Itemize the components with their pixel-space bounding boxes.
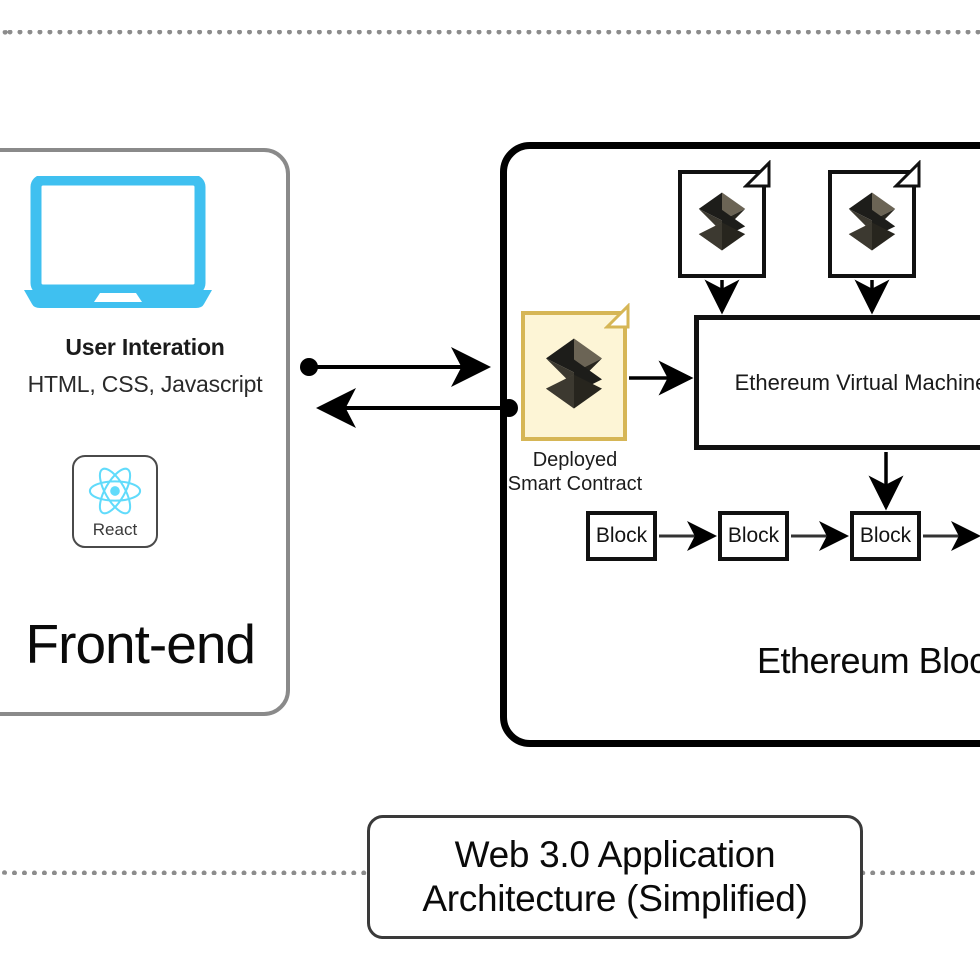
react-framework-badge[interactable]: React [72, 455, 158, 548]
ethereum-logo-icon [843, 189, 901, 260]
blockchain-block-3: Block [850, 511, 921, 561]
diagram-title-line-1: Web 3.0 Application [454, 834, 776, 876]
diagram-canvas: User Interation HTML, CSS, Javascript Re… [0, 0, 980, 980]
diagram-title-card: Web 3.0 Application Architecture (Simpli… [367, 815, 863, 939]
laptop-icon [22, 174, 214, 310]
deployed-smart-contract-label-line-1: Deployed [532, 449, 618, 471]
ethereum-logo-icon [693, 189, 751, 260]
smart-contract-document-2 [828, 160, 921, 278]
user-interaction-heading: User Interation [65, 334, 225, 360]
ethereum-logo-icon [539, 334, 609, 419]
ethereum-virtual-machine-label: Ethereum Virtual Machine [734, 369, 980, 395]
blockchain-block-2: Block [718, 511, 789, 561]
ethereum-virtual-machine-box: Ethereum Virtual Machine [694, 315, 980, 450]
frontend-panel-title: Front-end [25, 613, 256, 675]
smart-contract-document-1 [678, 160, 771, 278]
frontend-tech-stack-label: HTML, CSS, Javascript [27, 371, 263, 397]
react-atom-icon [88, 467, 142, 515]
blockchain-block-1: Block [586, 511, 657, 561]
deployed-smart-contract-label-line-2: Smart Contract [507, 473, 643, 496]
react-badge-label: React [92, 520, 138, 539]
blockchain-to-frontend-arrow [316, 388, 518, 428]
deployed-smart-contract-label: Deployed Smart Contract [495, 448, 655, 497]
ethereum-blockchain-panel-title: Ethereum Bloc [757, 640, 980, 681]
deployed-smart-contract-icon [521, 303, 630, 441]
diagram-title-line-2: Architecture (Simplified) [422, 878, 808, 919]
frontend-to-blockchain-arrow [300, 347, 491, 387]
